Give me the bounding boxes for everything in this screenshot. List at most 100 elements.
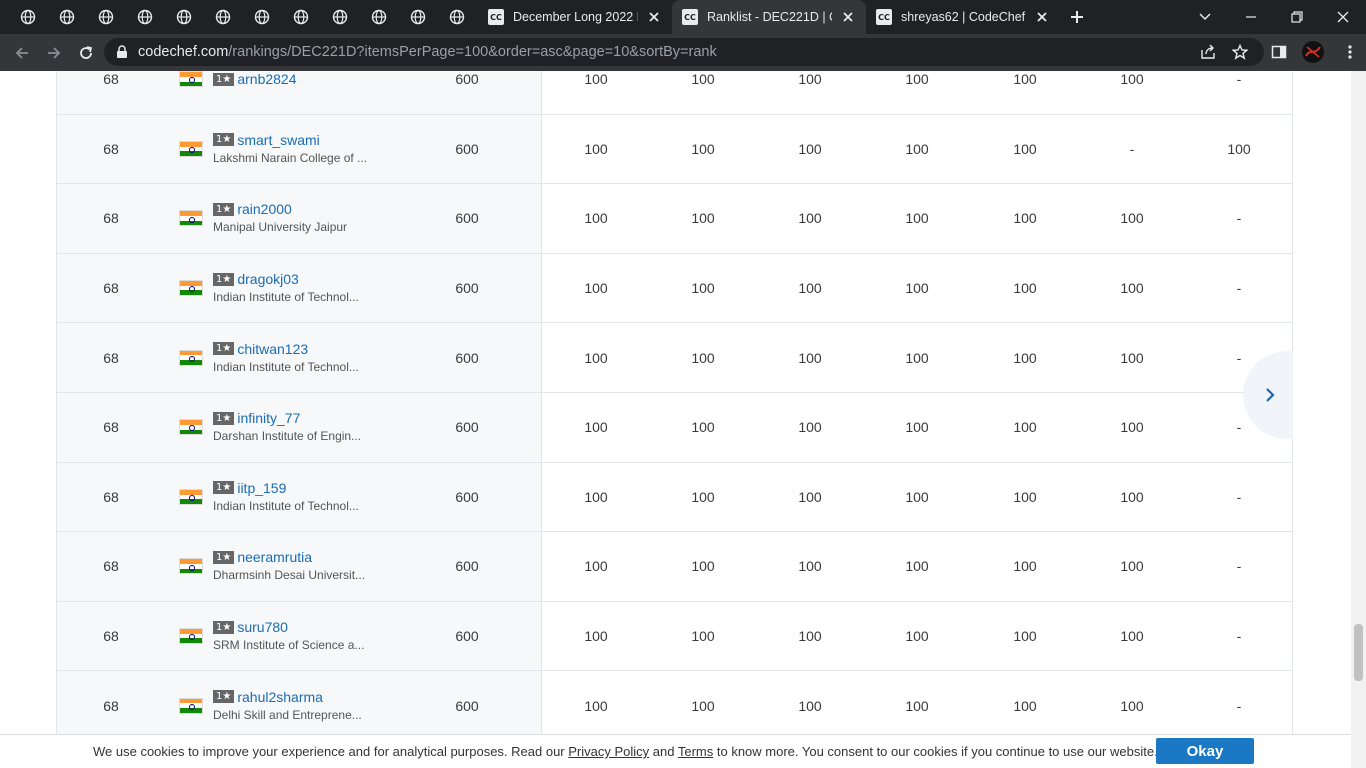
username-link[interactable]: arnb2824 [237, 71, 296, 88]
user-info: 1★ infinity_77 Darshan Institute of Engin.… [213, 409, 361, 445]
globe-icon [254, 9, 269, 25]
bookmark-button[interactable] [1224, 36, 1256, 68]
new-tab-button[interactable] [1060, 0, 1094, 34]
problem-score: 100 [905, 628, 929, 645]
profile-avatar[interactable] [1297, 36, 1329, 68]
pinned-tab[interactable] [47, 0, 86, 34]
star-rating-badge: 1★ [213, 272, 235, 286]
tab-december-long[interactable]: CC December Long 2022 Di [478, 0, 672, 34]
username-link[interactable]: chitwan123 [237, 340, 308, 358]
problem-score: 100 [1013, 628, 1037, 645]
problem-score: 100 [905, 71, 929, 88]
address-bar[interactable]: codechef.com/rankings/DEC221D?itemsPerPa… [104, 38, 1264, 66]
username-link[interactable]: rain2000 [237, 200, 292, 218]
arrow-right-icon [48, 46, 61, 59]
pinned-tab[interactable] [203, 0, 242, 34]
problem-score: 100 [798, 140, 822, 157]
pinned-tab[interactable] [320, 0, 359, 34]
problem-score: 100 [1013, 71, 1037, 88]
username-link[interactable]: iitp_159 [237, 479, 286, 497]
cookie-text-part: to know more. You consent to our cookies… [713, 744, 1158, 759]
globe-icon [293, 9, 308, 25]
pinned-tab[interactable] [125, 0, 164, 34]
username-link[interactable]: neeramrutia [237, 548, 312, 566]
menu-button[interactable] [1334, 36, 1366, 68]
india-flag-icon [179, 210, 203, 227]
restore-button[interactable] [1274, 0, 1320, 34]
privacy-policy-link[interactable]: Privacy Policy [568, 744, 649, 759]
pinned-tab[interactable] [398, 0, 437, 34]
tab-title: December Long 2022 Di [513, 10, 638, 24]
close-window-button[interactable] [1320, 0, 1366, 34]
username-link[interactable]: dragokj03 [237, 270, 299, 288]
problem-score: 100 [798, 697, 822, 714]
globe-icon [59, 9, 74, 25]
pinned-tab[interactable] [164, 0, 203, 34]
rank-cell: 68 [103, 349, 119, 366]
pinned-tab[interactable] [242, 0, 281, 34]
star-outline-icon [1232, 44, 1248, 60]
pinned-tab[interactable] [359, 0, 398, 34]
total-score: 600 [455, 697, 479, 714]
problem-score: 100 [584, 349, 608, 366]
rank-cell: 68 [103, 140, 119, 157]
close-icon[interactable] [840, 9, 856, 25]
problem-score: 100 [1013, 558, 1037, 575]
forward-button[interactable] [38, 37, 70, 69]
india-flag-icon [179, 628, 203, 645]
problem-score: 100 [691, 210, 715, 227]
share-button[interactable] [1192, 36, 1224, 68]
username-link[interactable]: rahul2sharma [237, 688, 323, 706]
globe-icon [371, 9, 386, 25]
star-rating-badge: 1★ [213, 342, 235, 356]
page-scrollbar[interactable] [1351, 71, 1366, 768]
table-row: 68 1★ neeramrutia Dharmsinh Desai Universit… [57, 532, 1292, 602]
problem-score: 100 [1013, 697, 1037, 714]
kebab-menu-icon [1348, 45, 1352, 59]
tab-ranklist[interactable]: CC Ranklist - DEC221D | Co [672, 0, 866, 34]
cookie-okay-button[interactable]: Okay [1156, 738, 1254, 764]
problem-score: - [1236, 628, 1242, 645]
pinned-tab[interactable] [8, 0, 47, 34]
problem-score: 100 [1120, 697, 1144, 714]
minimize-icon [1246, 16, 1256, 18]
rank-cell: 68 [103, 488, 119, 505]
india-flag-icon [179, 280, 203, 297]
username-link[interactable]: infinity_77 [237, 409, 300, 427]
codechef-favicon-icon: CC [876, 9, 892, 25]
tab-profile[interactable]: CC shreyas62 | CodeChef Us [866, 0, 1060, 34]
problem-score: 100 [1120, 349, 1144, 366]
problem-score: 100 [1013, 419, 1037, 436]
codechef-favicon-icon: CC [488, 9, 504, 25]
url-text: codechef.com/rankings/DEC221D?itemsPerPa… [138, 44, 717, 60]
cookie-text-part: and [649, 744, 678, 759]
problem-score: 100 [798, 628, 822, 645]
pinned-tab[interactable] [281, 0, 320, 34]
username-link[interactable]: smart_swami [237, 131, 319, 149]
institution-name: Indian Institute of Technol... [213, 290, 359, 305]
reload-button[interactable] [70, 37, 102, 69]
pinned-tab[interactable] [86, 0, 125, 34]
username-link[interactable]: suru780 [237, 618, 288, 636]
close-icon[interactable] [646, 9, 662, 25]
problem-score: - [1236, 488, 1242, 505]
page-viewport: 68 1★ arnb2824 600 100 100 100 100 100 100-68 1★ sm… [0, 71, 1366, 768]
problem-score: 100 [798, 349, 822, 366]
globe-icon [410, 9, 425, 25]
star-rating-badge: 1★ [213, 72, 235, 86]
user-info: 1★ rain2000 Manipal University Jaipur [213, 200, 347, 236]
back-button[interactable] [6, 37, 38, 69]
close-icon[interactable] [1034, 9, 1050, 25]
lock-icon [117, 45, 127, 58]
problem-score: 100 [691, 488, 715, 505]
scrollbar-thumb[interactable] [1354, 624, 1363, 681]
problem-score: 100 [584, 71, 608, 88]
star-rating-badge: 1★ [213, 481, 235, 495]
tab-title: shreyas62 | CodeChef Us [901, 10, 1026, 24]
tab-search-button[interactable] [1182, 0, 1228, 34]
side-panel-button[interactable] [1263, 36, 1295, 68]
terms-link[interactable]: Terms [678, 744, 713, 759]
minimize-button[interactable] [1228, 0, 1274, 34]
pinned-tab[interactable] [437, 0, 476, 34]
problem-score: 100 [905, 558, 929, 575]
